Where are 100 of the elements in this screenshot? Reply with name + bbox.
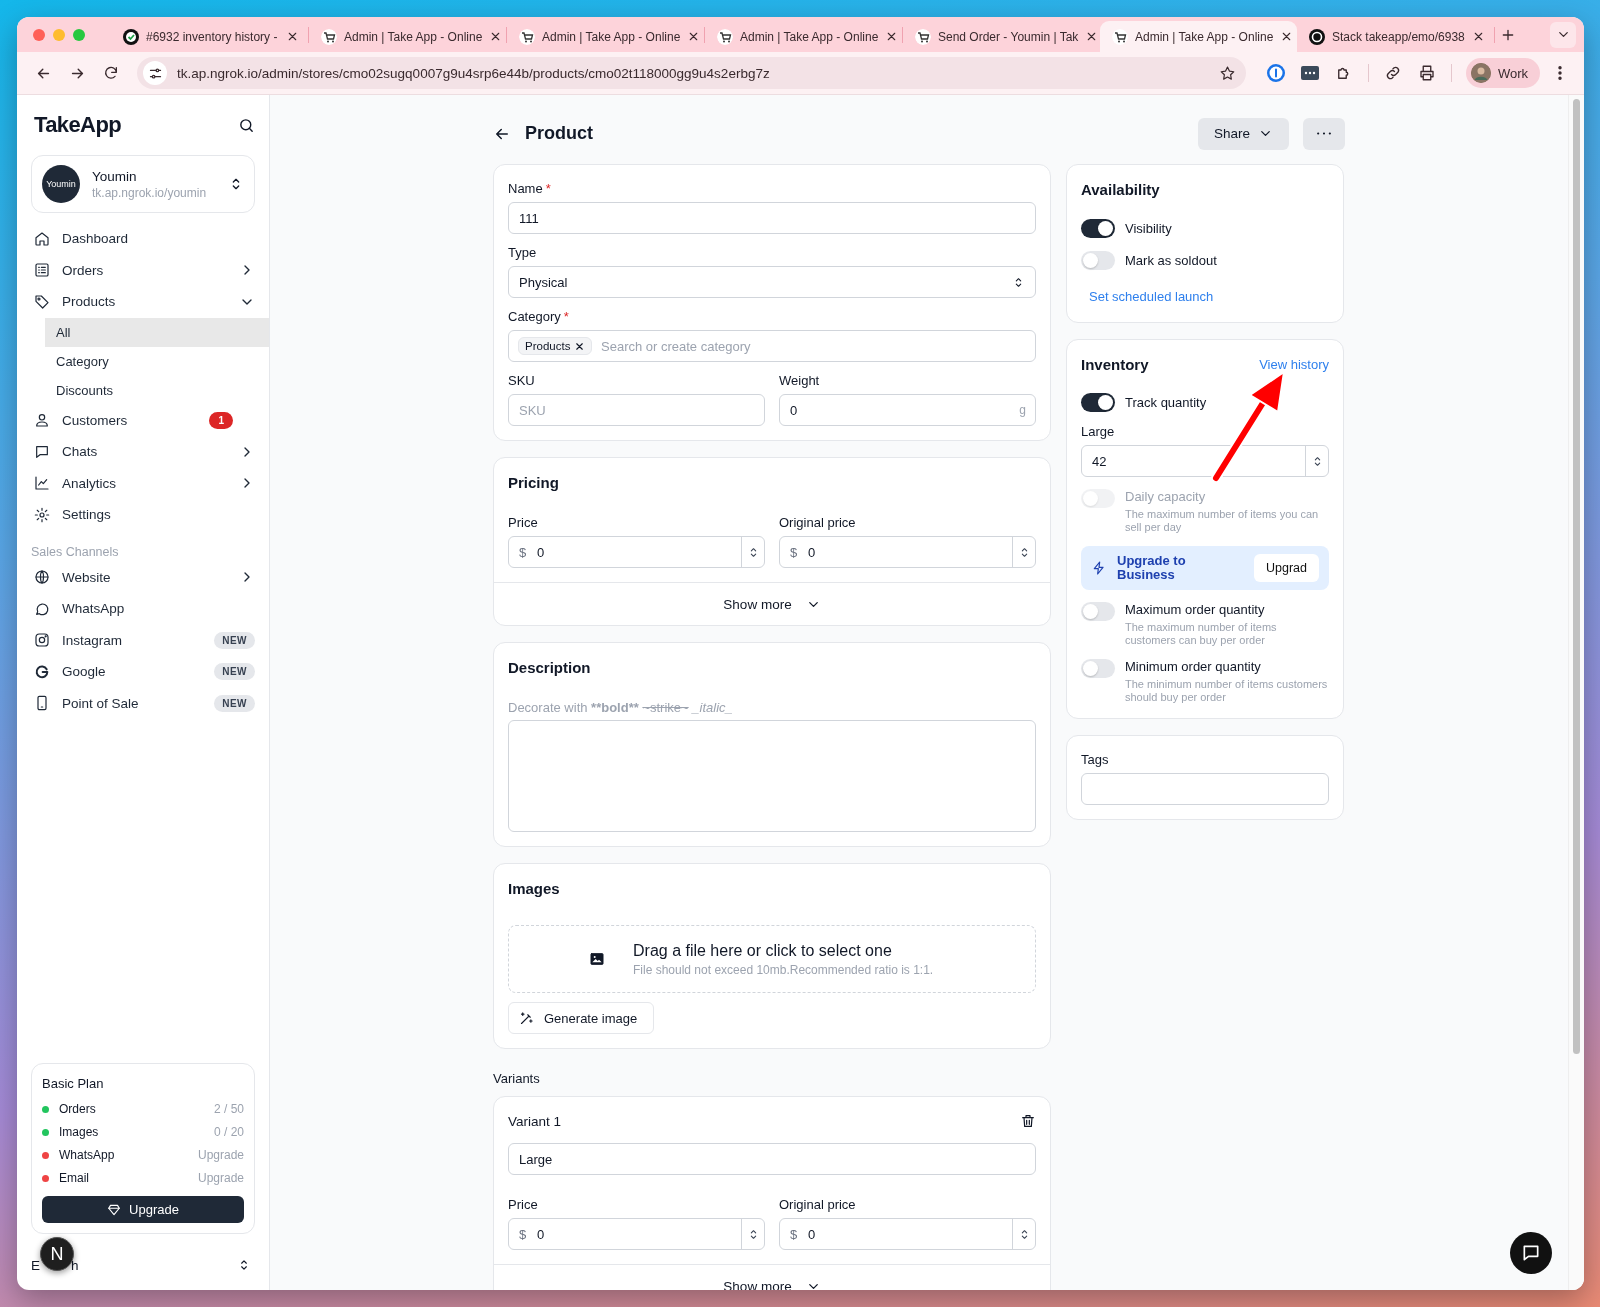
address-bar[interactable]: tk.ap.ngrok.io/admin/stores/cmo02sugq0007g9u4srp6e44b/products/cmo02t118000gg9u4s2erbg7z	[137, 57, 1246, 89]
browser-tab[interactable]: Send Order - Youmin | Tak	[903, 21, 1100, 52]
language-selector-text[interactable]: h	[71, 1257, 79, 1273]
chat-icon	[34, 443, 50, 460]
variant-title: Variant 1	[508, 1113, 562, 1129]
nav-item[interactable]: Instagram NEW	[31, 624, 269, 656]
card-title: Description	[508, 659, 592, 676]
plan-title: Basic Plan	[42, 1076, 105, 1091]
camera-icon	[34, 632, 50, 649]
show-more-button[interactable]: Show more	[717, 595, 827, 613]
store-switcher[interactable]: Youmin Youmin tk.ap.ngrok.io/youmin	[31, 155, 255, 213]
close-icon[interactable]	[1472, 30, 1485, 43]
field-label: Tags	[1081, 752, 1110, 767]
upgrade-button[interactable]: Upgrade	[42, 1196, 244, 1223]
nav-item[interactable]: Google NEW	[31, 656, 269, 688]
plan-item-label: Email	[59, 1171, 90, 1185]
generate-image-button[interactable]: Generate image	[508, 1002, 655, 1034]
home-icon	[34, 230, 50, 247]
browser-tab[interactable]: Admin | Take App - Online	[309, 21, 506, 52]
browser-tab[interactable]: Admin | Take App - Online	[507, 21, 704, 52]
card-title: Images	[508, 880, 561, 897]
tag-icon	[34, 293, 50, 310]
field-label: Price	[508, 1197, 539, 1212]
nav-subitem[interactable]: All	[45, 317, 269, 347]
view-history-link[interactable]: View history	[1259, 357, 1329, 372]
toggle-switch[interactable]	[1081, 393, 1115, 412]
nav-item[interactable]: Orders	[31, 254, 269, 286]
option-hint: The maximum number of items customers can buy per order	[1125, 621, 1278, 647]
currency-prefix: $	[790, 545, 798, 560]
toggle-label: Mark as soldout	[1125, 253, 1217, 268]
search-icon[interactable]	[238, 116, 255, 134]
browser-tab[interactable]: Admin | Take App - Online	[1100, 21, 1297, 52]
scrollbar-thumb[interactable]	[1573, 99, 1580, 1054]
select-field[interactable]: Physical	[508, 266, 1036, 298]
field-label: Price	[508, 515, 539, 530]
reload-icon[interactable]	[103, 65, 119, 81]
scheduled-launch-link[interactable]: Set scheduled launch	[1089, 289, 1329, 304]
field-label: Category *	[508, 309, 570, 324]
plan-item-value: Upgrade	[197, 1171, 244, 1185]
formatting-hint: Decorate with **bold** ~strike~ _italic_	[508, 700, 734, 715]
text-field[interactable]: SKU	[508, 394, 765, 426]
card-title: Availability	[1081, 181, 1161, 198]
toggle-switch[interactable]	[1081, 251, 1115, 270]
nav-subitem[interactable]: Discounts	[45, 375, 269, 405]
nav-item[interactable]: Point of Sale NEW	[31, 687, 269, 719]
app-logo-icon	[1309, 28, 1325, 45]
nav-item[interactable]: Products	[31, 286, 269, 318]
toggle-switch[interactable]	[1081, 659, 1115, 678]
share-button[interactable]: Share	[1197, 117, 1289, 150]
browser-tab[interactable]: Stack takeapp/emo/6938	[1297, 21, 1494, 52]
nav-item[interactable]: Chats	[31, 436, 269, 468]
section-title: Sales Channels	[31, 544, 120, 559]
close-icon[interactable]	[286, 30, 299, 43]
language-selector-text[interactable]: E	[31, 1257, 40, 1273]
text-field[interactable]: 111	[508, 202, 1036, 234]
new-tag: NEW	[214, 694, 255, 712]
phone-icon	[34, 695, 50, 712]
card-title: Pricing	[508, 474, 560, 491]
count-badge: 1	[209, 411, 233, 429]
toggle-label: Visibility	[1125, 221, 1172, 236]
currency-prefix: $	[790, 1227, 798, 1242]
extension-icon[interactable]	[1299, 63, 1320, 83]
field-label: Original price	[779, 515, 857, 530]
show-more-button[interactable]: Show more	[717, 1277, 827, 1290]
option-hint: The minimum number of items customers should buy per order	[1125, 678, 1329, 704]
browser-tab[interactable]: #6932 inventory history -	[111, 21, 308, 52]
toggle-switch[interactable]	[1081, 602, 1115, 621]
printer-icon[interactable]	[1417, 64, 1436, 82]
upgrade-button[interactable]: Upgrad	[1254, 554, 1319, 582]
plan-item-value: Upgrade	[197, 1148, 244, 1162]
store-url: tk.ap.ngrok.io/youmin	[92, 185, 208, 200]
nav-item[interactable]: Analytics	[31, 467, 269, 499]
avatar-icon	[1470, 63, 1491, 83]
plan-item-label: Images	[59, 1125, 100, 1139]
plan-item-value: 0 / 20	[213, 1125, 244, 1139]
category-chip[interactable]: Products	[518, 337, 593, 355]
star-icon[interactable]	[1218, 64, 1236, 82]
file-dropzone[interactable]: Drag a file here or click to select one File should not exceed 10mb.Recommended ratio is 1:1.	[508, 925, 1036, 993]
nav-item[interactable]: WhatsApp	[31, 593, 269, 625]
cart-icon	[1112, 28, 1128, 45]
text-field[interactable]: Large	[508, 1143, 1036, 1175]
store-name: Youmin	[92, 168, 138, 184]
nav-item[interactable]: Customers 1	[31, 404, 269, 436]
currency-prefix: $	[519, 545, 527, 560]
remove-icon[interactable]	[574, 340, 586, 352]
card-title: Inventory	[1081, 356, 1149, 373]
google-icon	[34, 663, 50, 680]
nav-item[interactable]: Website	[31, 561, 269, 593]
currency-prefix: $	[519, 1227, 527, 1242]
nav-item[interactable]: Settings	[31, 499, 269, 531]
number-field[interactable]: 42	[1081, 445, 1329, 477]
trash-icon[interactable]	[1020, 1113, 1036, 1129]
password-manager-icon[interactable]	[1265, 63, 1286, 83]
toggle-switch[interactable]	[1081, 219, 1115, 238]
browser-tab[interactable]: Admin | Take App - Online	[705, 21, 902, 52]
nav-item[interactable]: Dashboard	[31, 223, 269, 255]
profile-button[interactable]: Work	[1465, 58, 1540, 88]
dropzone-title: Drag a file here or click to select one	[633, 941, 893, 960]
tags-field[interactable]	[1081, 773, 1329, 805]
nav-subitem[interactable]: Category	[45, 346, 269, 376]
